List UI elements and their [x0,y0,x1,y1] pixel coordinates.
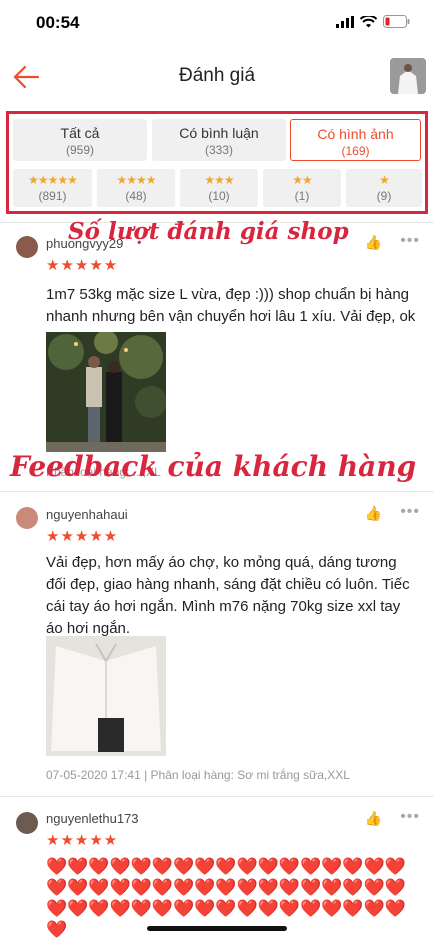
more-options-icon[interactable]: ••• [400,503,420,521]
nav-bar: Đánh giá [0,52,434,102]
avatar[interactable] [16,236,38,258]
review-meta: 07-05-2020 17:41 | Phân loại hàng: Sơ mi… [46,768,350,782]
star-icons: ★★★★ [116,173,156,187]
divider [0,491,434,492]
tab-count: (333) [204,143,233,157]
tab-label: Có hình ảnh [317,126,394,142]
more-options-icon[interactable]: ••• [400,808,420,826]
tab-label: Tất cả [60,125,100,141]
like-icon[interactable]: 👍 [365,810,382,827]
home-indicator [147,926,287,931]
star-count: (891) [38,189,67,203]
review-stars: ★★★★★ [46,257,119,274]
review-text: 1m7 53kg mặc size L vừa, đẹp :))) shop c… [46,286,416,325]
star-icons: ★ [379,173,390,187]
page-title: Đánh giá [178,65,256,86]
status-bar: 00:54 [0,0,434,48]
avatar[interactable] [16,812,38,834]
star-icons: ★★★★★ [28,173,78,187]
star-count: (9) [376,189,392,203]
tab-all[interactable]: Tất cả (959) [13,119,147,161]
battery-icon [383,15,410,28]
tab-count: (169) [341,144,370,158]
filter-1-star[interactable]: ★ (9) [346,169,422,207]
review-stars: ★★★★★ [46,528,119,545]
divider [0,796,434,797]
wifi-icon [360,15,377,27]
review-photo[interactable] [46,636,166,756]
review-stars: ★★★★★ [46,832,119,849]
review-text: Vải đẹp, hơn mấy áo chợ, ko mỏng quá, dá… [46,554,410,637]
review-username[interactable]: nguyenhahaui [46,507,128,522]
star-count: (48) [125,189,147,203]
star-icons: ★★ [292,173,313,187]
tab-with-image[interactable]: Có hình ảnh (169) [290,119,421,161]
filter-3-stars[interactable]: ★★★ (10) [180,169,258,207]
product-thumbnail[interactable] [390,58,426,94]
like-icon[interactable]: 👍 [365,505,382,522]
review-photo[interactable] [46,332,166,452]
filter-4-stars[interactable]: ★★★★ (48) [97,169,175,207]
annotation-shop-reviews: Số lượt đánh giá shop [68,218,349,245]
avatar[interactable] [16,507,38,529]
tab-count: (959) [65,143,94,157]
tab-label: Có bình luận [179,125,259,141]
signal-icon [336,15,354,28]
status-icons [336,15,410,28]
star-icons: ★★★ [204,173,234,187]
tab-with-comment[interactable]: Có bình luận (333) [152,119,286,161]
annotation-customer-feedback: Feedback của khách hàng [10,450,417,483]
filter-5-stars[interactable]: ★★★★★ (891) [13,169,92,207]
review-username[interactable]: nguyenlethu173 [46,811,139,826]
rating-filter-box: Tất cả (959) Có bình luận (333) Có hình … [6,111,428,214]
star-count: (1) [294,189,310,203]
status-time: 00:54 [36,13,80,32]
filter-2-stars[interactable]: ★★ (1) [263,169,341,207]
more-options-icon[interactable]: ••• [400,232,420,250]
star-count: (10) [208,189,230,203]
like-icon[interactable]: 👍 [365,234,382,251]
review-item: nguyenlethu173 👍 ••• ★★★★★ ❤️❤️❤️❤️❤️❤️❤… [0,800,434,940]
review-item: nguyenhahaui 👍 ••• ★★★★★ Vải đẹp, hơn mấ… [0,495,434,795]
